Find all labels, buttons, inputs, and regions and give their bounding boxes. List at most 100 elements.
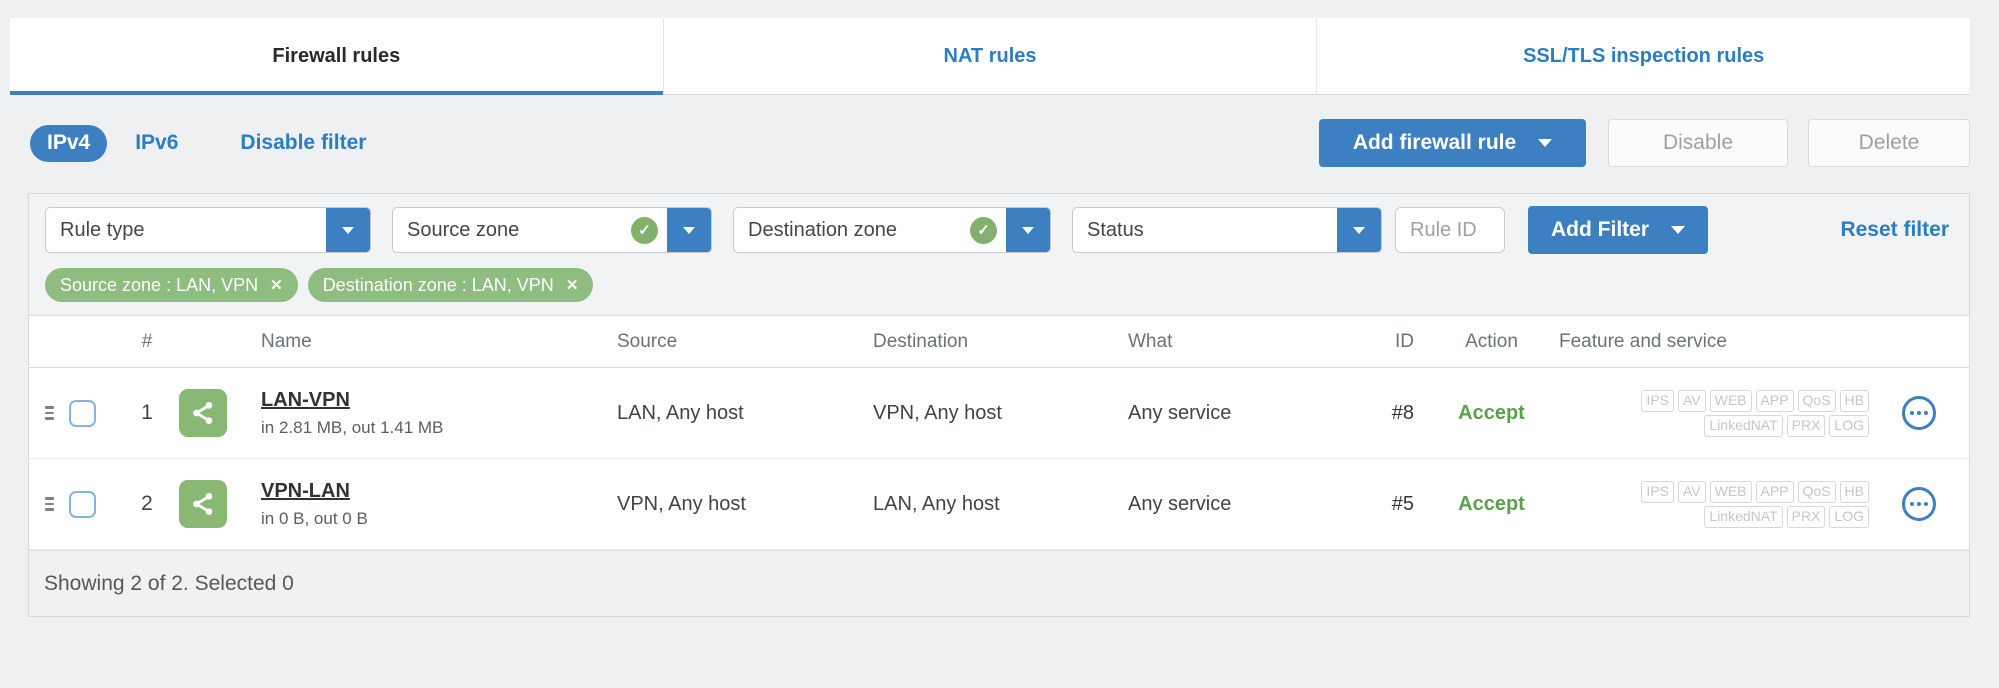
chevron-down-icon xyxy=(683,226,695,234)
firewall-rules-panel: Rule type Source zone ✓ Destination zone… xyxy=(28,193,1970,617)
more-options-icon[interactable] xyxy=(1902,396,1936,430)
feature-badge: PRX xyxy=(1786,414,1826,437)
col-source: Source xyxy=(617,330,678,352)
row-checkbox[interactable] xyxy=(69,399,96,427)
feature-badge: WEB xyxy=(1709,480,1752,503)
chip-label: Destination zone : LAN, VPN xyxy=(322,274,554,295)
destination-zone-filter-chip[interactable]: Destination zone : LAN, VPN ✕ xyxy=(307,268,594,302)
delete-button[interactable]: Delete xyxy=(1808,119,1970,167)
toolbar: IPv4 IPv6 Disable filter Add firewall ru… xyxy=(30,119,1970,167)
row-number: 1 xyxy=(141,401,153,424)
rule-type-dropdown-button[interactable] xyxy=(326,208,370,252)
table-header: # Name Source Destination What ID Action… xyxy=(29,316,1969,368)
row-checkbox-cell xyxy=(69,399,115,427)
feature-badge: QoS xyxy=(1797,480,1836,503)
rule-source: LAN, Any host xyxy=(617,401,744,424)
disable-button[interactable]: Disable xyxy=(1608,119,1788,167)
col-feature-service: Feature and service xyxy=(1559,330,1727,352)
row-number: 2 xyxy=(141,492,153,515)
feature-badges: IPS AV WEB APP QoS HB LinkedNAT PRX LOG xyxy=(1559,480,1869,528)
close-icon[interactable]: ✕ xyxy=(566,276,579,294)
rule-destination: LAN, Any host xyxy=(873,492,1000,515)
rule-type-dropdown[interactable]: Rule type xyxy=(45,207,371,253)
row-more-cell xyxy=(1869,396,1969,430)
filter-bar: Rule type Source zone ✓ Destination zone… xyxy=(29,194,1969,266)
table-row: 1 LAN-VPN in 2.81 MB, out 1.41 MB LAN, A… xyxy=(29,368,1969,459)
feature-badge: HB xyxy=(1839,389,1869,412)
row-checkbox-cell xyxy=(69,490,115,518)
rule-source: VPN, Any host xyxy=(617,492,746,515)
rule-id: #5 xyxy=(1391,492,1414,515)
source-zone-dropdown-button[interactable] xyxy=(667,208,711,252)
rule-icon-cell xyxy=(179,480,261,528)
add-firewall-rule-button[interactable]: Add firewall rule xyxy=(1319,119,1586,167)
chevron-down-icon xyxy=(1538,139,1553,147)
feature-badge: LinkedNAT xyxy=(1704,414,1783,437)
col-what: What xyxy=(1128,330,1173,352)
feature-badge: LinkedNAT xyxy=(1704,505,1783,528)
rule-destination: VPN, Any host xyxy=(873,401,1002,424)
tab-nat-rules[interactable]: NAT rules xyxy=(662,18,1317,94)
feature-badge: IPS xyxy=(1641,389,1674,412)
destination-zone-dropdown-label: Destination zone xyxy=(748,218,897,241)
more-options-icon[interactable] xyxy=(1902,487,1936,521)
status-dropdown-button[interactable] xyxy=(1337,208,1381,252)
rule-icon-cell xyxy=(179,389,261,437)
add-filter-button[interactable]: Add Filter xyxy=(1528,206,1708,254)
source-zone-filter-chip[interactable]: Source zone : LAN, VPN ✕ xyxy=(45,268,298,302)
active-filter-chips: Source zone : LAN, VPN ✕ Destination zon… xyxy=(29,266,1969,315)
col-id: ID xyxy=(1395,330,1414,352)
rule-name-cell: LAN-VPN in 2.81 MB, out 1.41 MB xyxy=(261,389,617,438)
share-network-icon[interactable] xyxy=(179,389,227,437)
feature-badge: APP xyxy=(1755,389,1794,412)
rule-action: Accept xyxy=(1458,492,1525,515)
rule-traffic: in 2.81 MB, out 1.41 MB xyxy=(261,417,444,437)
chevron-down-icon xyxy=(1022,226,1034,234)
rule-type-dropdown-label: Rule type xyxy=(60,218,145,241)
col-action: Action xyxy=(1465,330,1518,352)
check-circle-icon: ✓ xyxy=(631,216,658,244)
status-dropdown-label: Status xyxy=(1087,218,1144,241)
check-circle-icon: ✓ xyxy=(970,216,997,244)
rule-what: Any service xyxy=(1128,401,1232,424)
row-more-cell xyxy=(1869,487,1969,521)
col-name: Name xyxy=(261,330,312,352)
destination-zone-dropdown-button[interactable] xyxy=(1006,208,1050,252)
reset-filter-link[interactable]: Reset filter xyxy=(1840,218,1949,242)
tab-firewall-rules[interactable]: Firewall rules xyxy=(10,18,663,95)
ipv6-toggle[interactable]: IPv6 xyxy=(135,131,178,155)
feature-badge: PRX xyxy=(1786,505,1826,528)
feature-badges: IPS AV WEB APP QoS HB LinkedNAT PRX LOG xyxy=(1559,389,1869,437)
row-checkbox[interactable] xyxy=(69,490,96,518)
share-network-icon[interactable] xyxy=(179,480,227,528)
chevron-down-icon xyxy=(1671,226,1685,234)
tab-bar: Firewall rules NAT rules SSL/TLS inspect… xyxy=(10,18,1970,95)
source-zone-dropdown[interactable]: Source zone ✓ xyxy=(392,207,712,253)
feature-badge: LOG xyxy=(1829,414,1869,437)
add-filter-label: Add Filter xyxy=(1551,218,1649,241)
drag-handle-icon[interactable] xyxy=(29,406,69,420)
table-footer: Showing 2 of 2. Selected 0 xyxy=(29,550,1969,616)
drag-handle-icon[interactable] xyxy=(29,497,69,511)
feature-badge: AV xyxy=(1677,389,1706,412)
rule-name-cell: VPN-LAN in 0 B, out 0 B xyxy=(261,480,617,529)
showing-summary: Showing 2 of 2. Selected 0 xyxy=(44,571,294,595)
feature-badge: QoS xyxy=(1797,389,1836,412)
rule-action: Accept xyxy=(1458,401,1525,424)
source-zone-dropdown-label: Source zone xyxy=(407,218,520,241)
rule-name-link[interactable]: LAN-VPN xyxy=(261,389,617,412)
feature-badge: IPS xyxy=(1641,480,1674,503)
rule-what: Any service xyxy=(1128,492,1232,515)
destination-zone-dropdown[interactable]: Destination zone ✓ xyxy=(733,207,1051,253)
disable-filter-link[interactable]: Disable filter xyxy=(240,131,366,155)
feature-badge: HB xyxy=(1839,480,1869,503)
feature-badge: LOG xyxy=(1829,505,1869,528)
close-icon[interactable]: ✕ xyxy=(270,276,283,294)
rule-id-input[interactable] xyxy=(1395,207,1505,253)
ipv4-toggle[interactable]: IPv4 xyxy=(30,124,108,162)
chevron-down-icon xyxy=(1353,226,1365,234)
tab-ssl-tls-inspection-rules[interactable]: SSL/TLS inspection rules xyxy=(1316,18,1970,94)
rule-name-link[interactable]: VPN-LAN xyxy=(261,480,617,503)
chevron-down-icon xyxy=(342,226,354,234)
status-dropdown[interactable]: Status xyxy=(1072,207,1382,253)
